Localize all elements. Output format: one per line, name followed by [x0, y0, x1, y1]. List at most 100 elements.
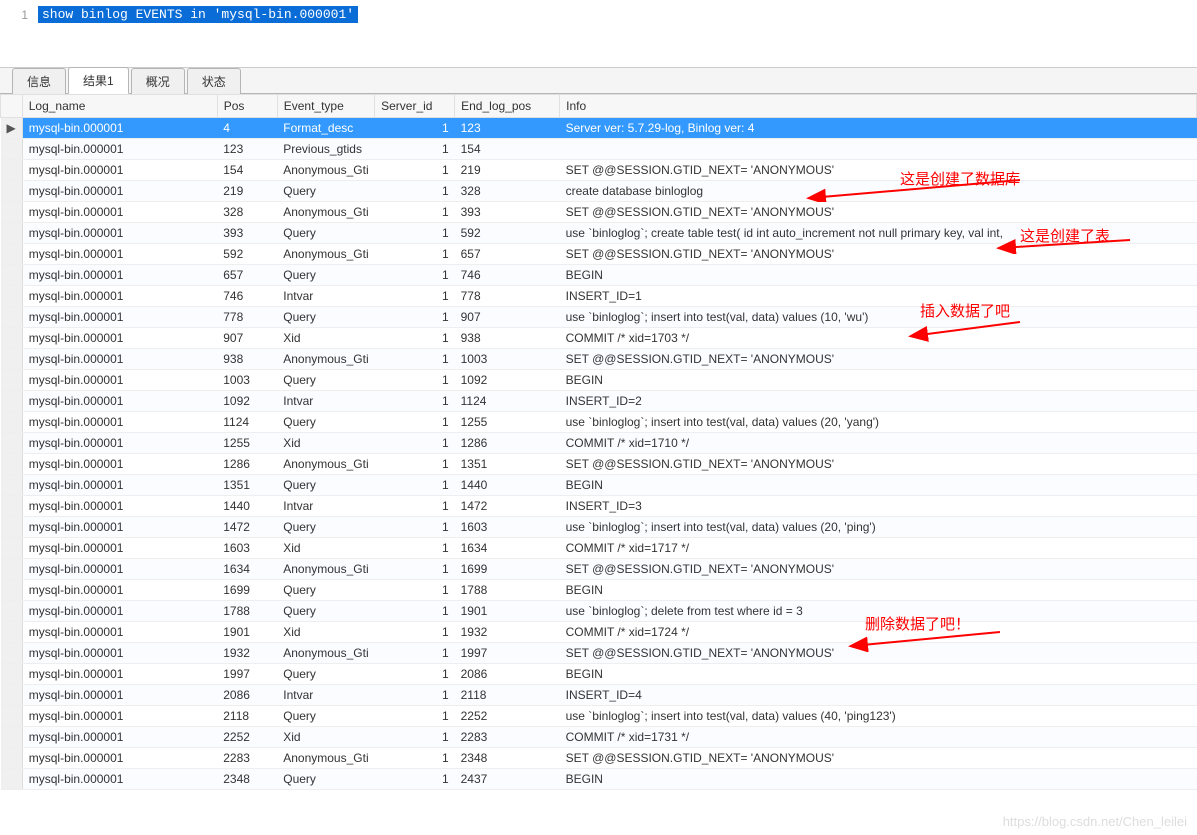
cell-end[interactable]: 2283 [455, 727, 560, 748]
cell-event[interactable]: Query [277, 517, 374, 538]
cell-pos[interactable]: 123 [217, 139, 277, 160]
cell-event[interactable]: Anonymous_Gti [277, 643, 374, 664]
cell-log[interactable]: mysql-bin.000001 [22, 265, 217, 286]
cell-info[interactable]: SET @@SESSION.GTID_NEXT= 'ANONYMOUS' [560, 454, 1197, 475]
table-row[interactable]: mysql-bin.000001154Anonymous_Gti1219SET … [1, 160, 1197, 181]
table-row[interactable]: ▶mysql-bin.0000014Format_desc1123Server … [1, 118, 1197, 139]
cell-end[interactable]: 938 [455, 328, 560, 349]
cell-end[interactable]: 1603 [455, 517, 560, 538]
table-row[interactable]: mysql-bin.000001907Xid1938COMMIT /* xid=… [1, 328, 1197, 349]
cell-sid[interactable]: 1 [375, 727, 455, 748]
cell-pos[interactable]: 1699 [217, 580, 277, 601]
table-row[interactable]: mysql-bin.000001219Query1328create datab… [1, 181, 1197, 202]
cell-end[interactable]: 1351 [455, 454, 560, 475]
table-row[interactable]: mysql-bin.0000012118Query12252use `binlo… [1, 706, 1197, 727]
cell-info[interactable]: SET @@SESSION.GTID_NEXT= 'ANONYMOUS' [560, 643, 1197, 664]
cell-sid[interactable]: 1 [375, 664, 455, 685]
cell-info[interactable]: COMMIT /* xid=1703 */ [560, 328, 1197, 349]
cell-pos[interactable]: 1472 [217, 517, 277, 538]
cell-log[interactable]: mysql-bin.000001 [22, 202, 217, 223]
cell-end[interactable]: 1286 [455, 433, 560, 454]
cell-info[interactable]: SET @@SESSION.GTID_NEXT= 'ANONYMOUS' [560, 160, 1197, 181]
cell-sid[interactable]: 1 [375, 454, 455, 475]
cell-log[interactable]: mysql-bin.000001 [22, 664, 217, 685]
table-row[interactable]: mysql-bin.000001938Anonymous_Gti11003SET… [1, 349, 1197, 370]
cell-end[interactable]: 1634 [455, 538, 560, 559]
table-row[interactable]: mysql-bin.000001393Query1592use `binlogl… [1, 223, 1197, 244]
cell-end[interactable]: 1932 [455, 622, 560, 643]
tab-状态[interactable]: 状态 [187, 68, 241, 94]
cell-event[interactable]: Query [277, 265, 374, 286]
cell-info[interactable]: INSERT_ID=2 [560, 391, 1197, 412]
cell-pos[interactable]: 1286 [217, 454, 277, 475]
cell-sid[interactable]: 1 [375, 202, 455, 223]
cell-event[interactable]: Query [277, 475, 374, 496]
cell-sid[interactable]: 1 [375, 412, 455, 433]
cell-event[interactable]: Anonymous_Gti [277, 160, 374, 181]
cell-sid[interactable]: 1 [375, 580, 455, 601]
cell-end[interactable]: 1997 [455, 643, 560, 664]
cell-sid[interactable]: 1 [375, 139, 455, 160]
table-row[interactable]: mysql-bin.0000011351Query11440BEGIN [1, 475, 1197, 496]
cell-pos[interactable]: 393 [217, 223, 277, 244]
cell-pos[interactable]: 1901 [217, 622, 277, 643]
cell-end[interactable]: 1472 [455, 496, 560, 517]
cell-log[interactable]: mysql-bin.000001 [22, 139, 217, 160]
cell-event[interactable]: Xid [277, 622, 374, 643]
cell-end[interactable]: 1440 [455, 475, 560, 496]
cell-event[interactable]: Anonymous_Gti [277, 202, 374, 223]
cell-log[interactable]: mysql-bin.000001 [22, 580, 217, 601]
cell-event[interactable]: Anonymous_Gti [277, 349, 374, 370]
cell-pos[interactable]: 2252 [217, 727, 277, 748]
cell-pos[interactable]: 1440 [217, 496, 277, 517]
cell-event[interactable]: Anonymous_Gti [277, 454, 374, 475]
cell-sid[interactable]: 1 [375, 349, 455, 370]
cell-event[interactable]: Query [277, 601, 374, 622]
cell-info[interactable]: COMMIT /* xid=1731 */ [560, 727, 1197, 748]
cell-log[interactable]: mysql-bin.000001 [22, 559, 217, 580]
column-header-server_id[interactable]: Server_id [375, 95, 455, 118]
table-row[interactable]: mysql-bin.0000011997Query12086BEGIN [1, 664, 1197, 685]
cell-info[interactable]: INSERT_ID=1 [560, 286, 1197, 307]
table-row[interactable]: mysql-bin.0000011699Query11788BEGIN [1, 580, 1197, 601]
cell-sid[interactable]: 1 [375, 307, 455, 328]
cell-info[interactable]: COMMIT /* xid=1724 */ [560, 622, 1197, 643]
cell-end[interactable]: 2437 [455, 769, 560, 790]
cell-info[interactable]: BEGIN [560, 769, 1197, 790]
cell-info[interactable]: SET @@SESSION.GTID_NEXT= 'ANONYMOUS' [560, 202, 1197, 223]
cell-event[interactable]: Intvar [277, 496, 374, 517]
cell-pos[interactable]: 592 [217, 244, 277, 265]
table-row[interactable]: mysql-bin.0000011932Anonymous_Gti11997SE… [1, 643, 1197, 664]
cell-event[interactable]: Query [277, 769, 374, 790]
cell-sid[interactable]: 1 [375, 538, 455, 559]
cell-sid[interactable]: 1 [375, 118, 455, 139]
cell-pos[interactable]: 1603 [217, 538, 277, 559]
cell-event[interactable]: Query [277, 580, 374, 601]
cell-end[interactable]: 1255 [455, 412, 560, 433]
cell-log[interactable]: mysql-bin.000001 [22, 118, 217, 139]
cell-info[interactable]: SET @@SESSION.GTID_NEXT= 'ANONYMOUS' [560, 559, 1197, 580]
cell-log[interactable]: mysql-bin.000001 [22, 349, 217, 370]
cell-log[interactable]: mysql-bin.000001 [22, 769, 217, 790]
cell-log[interactable]: mysql-bin.000001 [22, 643, 217, 664]
cell-log[interactable]: mysql-bin.000001 [22, 685, 217, 706]
cell-pos[interactable]: 328 [217, 202, 277, 223]
cell-event[interactable]: Query [277, 370, 374, 391]
table-row[interactable]: mysql-bin.000001123Previous_gtids1154 [1, 139, 1197, 160]
cell-sid[interactable]: 1 [375, 160, 455, 181]
cell-log[interactable]: mysql-bin.000001 [22, 223, 217, 244]
table-row[interactable]: mysql-bin.0000012283Anonymous_Gti12348SE… [1, 748, 1197, 769]
cell-pos[interactable]: 1997 [217, 664, 277, 685]
table-row[interactable]: mysql-bin.0000011603Xid11634COMMIT /* xi… [1, 538, 1197, 559]
cell-event[interactable]: Query [277, 412, 374, 433]
cell-info[interactable]: use `binloglog`; delete from test where … [560, 601, 1197, 622]
cell-pos[interactable]: 657 [217, 265, 277, 286]
table-row[interactable]: mysql-bin.000001778Query1907use `binlogl… [1, 307, 1197, 328]
cell-event[interactable]: Intvar [277, 685, 374, 706]
cell-pos[interactable]: 1634 [217, 559, 277, 580]
cell-info[interactable]: use `binloglog`; insert into test(val, d… [560, 412, 1197, 433]
cell-sid[interactable]: 1 [375, 601, 455, 622]
cell-event[interactable]: Xid [277, 433, 374, 454]
cell-event[interactable]: Intvar [277, 286, 374, 307]
cell-log[interactable]: mysql-bin.000001 [22, 475, 217, 496]
